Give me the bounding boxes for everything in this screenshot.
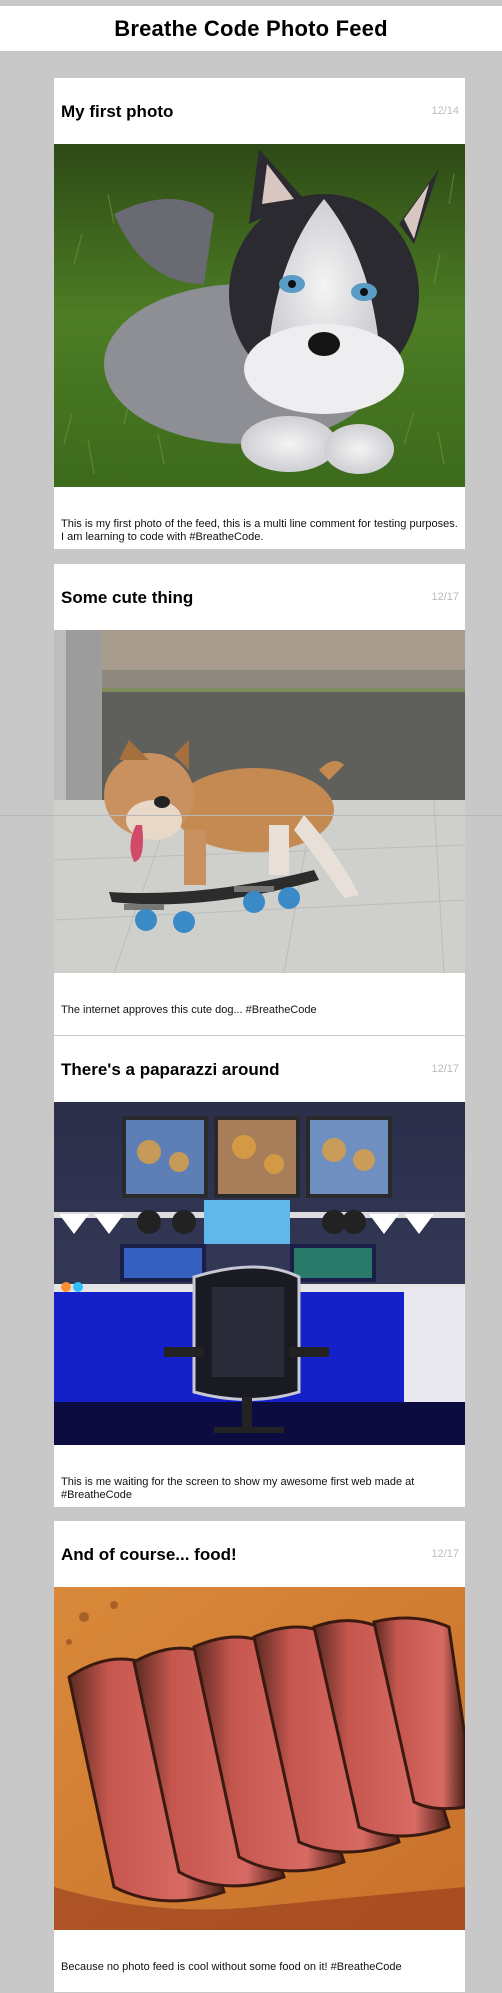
post-title: Some cute thing <box>61 588 194 607</box>
post-photo[interactable] <box>54 144 465 487</box>
post-header: My first photo 12/14 <box>54 78 465 144</box>
post-title: And of course... food! <box>61 1545 237 1564</box>
post-title: There's a paparazzi around <box>61 1060 280 1079</box>
post-caption: The internet approves this cute dog... #… <box>61 1004 317 1016</box>
post-date: 12/17 <box>431 591 459 603</box>
post-card: And of course... food! 12/17 Because no … <box>54 1521 465 1992</box>
post-caption: Because no photo feed is cool without so… <box>61 1961 402 1973</box>
post-date: 12/14 <box>431 105 459 117</box>
post-photo[interactable] <box>54 1587 465 1930</box>
page-header: Breathe Code Photo Feed <box>0 6 502 51</box>
post-header: And of course... food! 12/17 <box>54 1521 465 1587</box>
post-card: My first photo 12/14 This is my first ph… <box>54 78 465 549</box>
post-card: Some cute thing 12/17 The internet appro… <box>54 564 465 1035</box>
divider <box>0 815 502 816</box>
post-caption: This is my first photo of the feed, this… <box>61 518 458 543</box>
post-photo[interactable] <box>54 1102 465 1445</box>
post-photo[interactable] <box>54 630 465 973</box>
post-header: Some cute thing 12/17 <box>54 564 465 630</box>
post-header: There's a paparazzi around 12/17 <box>54 1036 465 1102</box>
post-title: My first photo <box>61 102 174 121</box>
post-date: 12/17 <box>431 1548 459 1560</box>
post-card: There's a paparazzi around 12/17 This is… <box>54 1036 465 1507</box>
page-title: Breathe Code Photo Feed <box>114 15 388 41</box>
post-caption: This is me waiting for the screen to sho… <box>61 1476 415 1501</box>
post-date: 12/17 <box>431 1063 459 1075</box>
